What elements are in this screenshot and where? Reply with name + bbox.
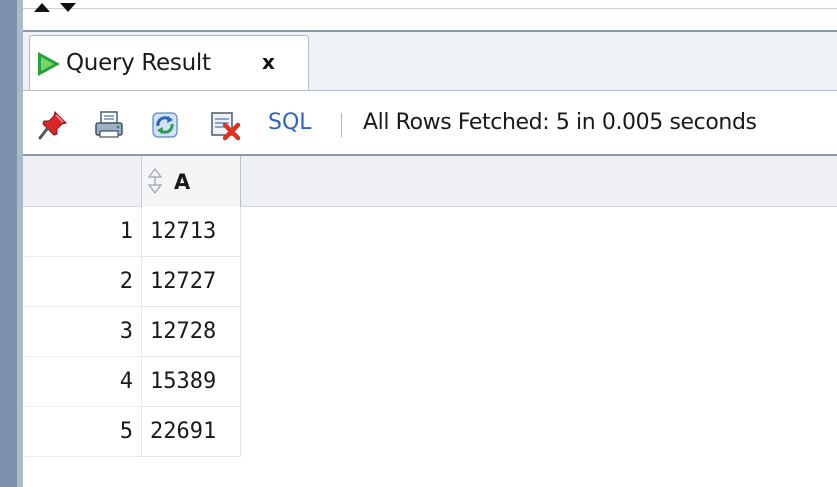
table-row: 1 12713 <box>23 207 837 257</box>
column-header-label: A <box>174 170 191 194</box>
print-icon[interactable] <box>93 109 125 141</box>
collapse-up-icon[interactable] <box>34 3 50 12</box>
clear-icon[interactable] <box>209 109 241 141</box>
sort-icon <box>148 168 162 194</box>
column-header-a[interactable]: A <box>141 156 241 207</box>
row-divider <box>23 456 141 457</box>
row-number: 1 <box>119 219 133 244</box>
panel-top-divider <box>23 8 837 9</box>
row-number: 5 <box>119 419 133 444</box>
table-cell[interactable]: 12727 <box>141 257 241 307</box>
table-row: 2 12727 <box>23 257 837 307</box>
table-cell[interactable]: 15389 <box>141 357 241 407</box>
table-row: 3 12728 <box>23 307 837 357</box>
result-toolbar: SQL All Rows Fetched: 5 in 0.005 seconds <box>23 90 837 156</box>
pin-icon[interactable] <box>37 109 69 141</box>
table-cell[interactable]: 22691 <box>141 407 241 457</box>
row-number: 2 <box>119 269 133 294</box>
row-number: 3 <box>119 319 133 344</box>
result-grid-body: 1 12713 2 12727 3 12728 4 15389 5 22691 <box>23 207 837 457</box>
table-row: 4 15389 <box>23 357 837 407</box>
toolbar-separator <box>341 113 342 137</box>
grid-header: A <box>23 156 837 207</box>
tab-label: Query Result <box>66 50 211 76</box>
table-row: 5 22691 <box>23 407 837 457</box>
tab-close-button[interactable]: x <box>262 50 275 74</box>
row-number: 4 <box>119 369 133 394</box>
table-cell[interactable]: 12713 <box>141 207 241 257</box>
tab-bar: Query Result x <box>23 32 837 90</box>
expand-down-icon[interactable] <box>60 3 76 12</box>
query-result-panel: Query Result x SQL All Rows Fetched: 5 i… <box>0 0 837 487</box>
fetch-status-text: All Rows Fetched: 5 in 0.005 seconds <box>363 110 757 135</box>
run-query-icon-highlight <box>41 57 54 71</box>
table-cell[interactable]: 12728 <box>141 307 241 357</box>
panel-top-strip <box>23 0 837 32</box>
sql-link[interactable]: SQL <box>268 110 312 135</box>
refresh-icon[interactable] <box>149 109 181 141</box>
tab-query-result[interactable]: Query Result x <box>29 35 309 90</box>
